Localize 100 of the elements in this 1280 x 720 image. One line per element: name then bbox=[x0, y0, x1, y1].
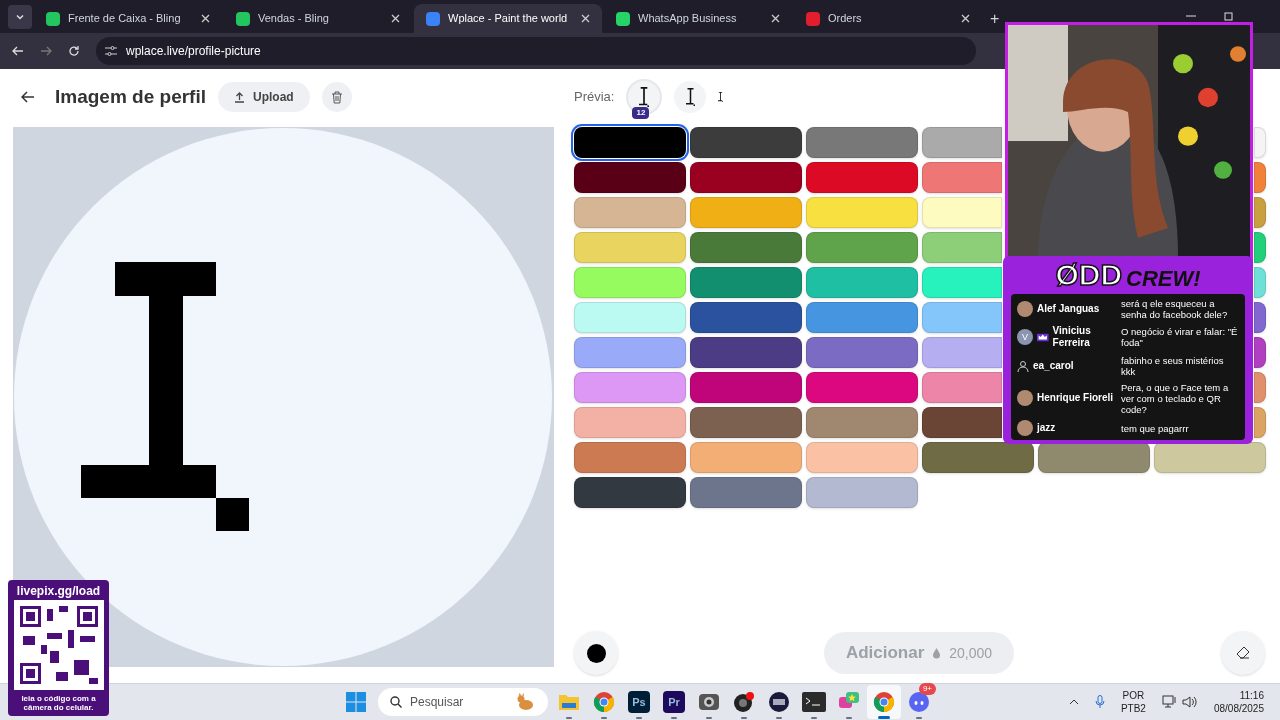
color-swatch[interactable] bbox=[806, 127, 918, 158]
color-swatch[interactable] bbox=[922, 407, 1002, 438]
color-swatch[interactable] bbox=[1038, 442, 1150, 473]
color-swatch[interactable] bbox=[806, 407, 918, 438]
folder-icon[interactable] bbox=[558, 692, 580, 712]
color-swatch[interactable] bbox=[806, 197, 918, 228]
color-swatch[interactable] bbox=[1254, 302, 1266, 333]
close-icon[interactable] bbox=[581, 14, 590, 23]
close-icon[interactable] bbox=[771, 14, 780, 23]
color-swatch[interactable] bbox=[574, 407, 686, 438]
close-icon[interactable] bbox=[201, 14, 210, 23]
browser-tab[interactable]: Wplace - Paint the world bbox=[414, 4, 602, 33]
discord-icon[interactable] bbox=[908, 691, 930, 713]
tab-list-button[interactable] bbox=[8, 5, 32, 29]
browser-tab[interactable]: Orders bbox=[794, 4, 982, 33]
color-swatch[interactable] bbox=[690, 232, 802, 263]
color-swatch[interactable] bbox=[806, 162, 918, 193]
color-swatch[interactable] bbox=[690, 302, 802, 333]
color-swatch[interactable] bbox=[574, 442, 686, 473]
color-swatch[interactable] bbox=[806, 302, 918, 333]
reload-icon[interactable] bbox=[68, 45, 80, 57]
close-icon[interactable] bbox=[391, 14, 400, 23]
color-swatch[interactable] bbox=[922, 337, 1002, 368]
color-swatch[interactable] bbox=[922, 162, 1002, 193]
webcam-icon[interactable] bbox=[698, 691, 720, 713]
color-swatch[interactable] bbox=[690, 407, 802, 438]
forward-icon[interactable] bbox=[40, 45, 52, 57]
app-icon[interactable]: Ps bbox=[628, 691, 650, 713]
new-tab-button[interactable]: + bbox=[990, 11, 1000, 27]
color-swatch[interactable] bbox=[574, 372, 686, 403]
browser-tab[interactable]: Vendas - Bling bbox=[224, 4, 412, 33]
color-swatch[interactable] bbox=[574, 302, 686, 333]
color-swatch[interactable] bbox=[1254, 267, 1266, 298]
restore-icon[interactable] bbox=[1224, 11, 1234, 21]
color-swatch[interactable] bbox=[690, 267, 802, 298]
search-field[interactable]: Pesquisar bbox=[378, 688, 548, 716]
color-swatch[interactable] bbox=[1254, 407, 1266, 438]
color-swatch[interactable] bbox=[690, 372, 802, 403]
color-swatch[interactable] bbox=[1254, 197, 1266, 228]
microphone-icon[interactable] bbox=[1094, 695, 1105, 709]
color-swatch[interactable] bbox=[690, 127, 802, 158]
color-swatch[interactable] bbox=[922, 197, 1002, 228]
keypad-icon[interactable] bbox=[768, 691, 790, 713]
letter-i-icon bbox=[718, 92, 724, 102]
delete-button[interactable] bbox=[321, 82, 352, 112]
color-swatch[interactable] bbox=[1154, 442, 1266, 473]
color-swatch[interactable] bbox=[1254, 162, 1266, 193]
color-swatch[interactable] bbox=[574, 197, 686, 228]
recorder-icon[interactable] bbox=[733, 691, 755, 713]
start-icon[interactable] bbox=[346, 692, 366, 712]
upload-button[interactable]: Upload bbox=[218, 82, 310, 112]
current-color-button[interactable] bbox=[574, 631, 618, 675]
chevron-up-icon[interactable] bbox=[1068, 697, 1079, 707]
preview-thumbnail[interactable] bbox=[674, 81, 707, 113]
color-swatch[interactable] bbox=[690, 337, 802, 368]
color-swatch[interactable] bbox=[922, 232, 1002, 263]
color-swatch[interactable] bbox=[922, 442, 1034, 473]
color-swatch[interactable] bbox=[922, 127, 1002, 158]
terminal-icon[interactable] bbox=[802, 692, 826, 712]
color-swatch[interactable] bbox=[1254, 232, 1266, 263]
color-swatch[interactable] bbox=[690, 162, 802, 193]
browser-icon[interactable] bbox=[873, 691, 895, 713]
back-icon[interactable] bbox=[12, 45, 24, 57]
color-swatch[interactable] bbox=[574, 477, 686, 508]
color-swatch[interactable] bbox=[806, 372, 918, 403]
keyboard-language[interactable]: POR PTB2 bbox=[1120, 689, 1146, 715]
color-swatch[interactable] bbox=[806, 337, 918, 368]
color-swatch[interactable] bbox=[574, 127, 686, 158]
network-icon[interactable] bbox=[1161, 695, 1178, 709]
color-swatch[interactable] bbox=[806, 442, 918, 473]
color-swatch[interactable] bbox=[574, 337, 686, 368]
back-arrow-icon[interactable] bbox=[21, 90, 35, 104]
close-icon[interactable] bbox=[961, 14, 970, 23]
clock[interactable]: 11:16 08/08/2025 bbox=[1213, 689, 1264, 715]
color-swatch[interactable] bbox=[922, 302, 1002, 333]
browser-tab[interactable]: Frente de Caixa - Bling bbox=[34, 4, 222, 33]
eraser-button[interactable] bbox=[1221, 631, 1265, 675]
color-swatch[interactable] bbox=[1254, 337, 1266, 368]
color-swatch[interactable] bbox=[690, 197, 802, 228]
tab-title: WhatsApp Business bbox=[638, 11, 738, 27]
color-swatch[interactable] bbox=[574, 232, 686, 263]
color-swatch[interactable] bbox=[806, 477, 918, 508]
chat-username: Henrique Fioreli bbox=[1037, 392, 1114, 405]
size-badge: 12 bbox=[632, 107, 650, 119]
color-swatch[interactable] bbox=[690, 442, 802, 473]
color-swatch[interactable] bbox=[574, 267, 686, 298]
browser-icon[interactable] bbox=[593, 691, 615, 713]
logo-text: ØDD bbox=[1055, 260, 1123, 290]
color-swatch[interactable] bbox=[922, 372, 1002, 403]
color-swatch[interactable] bbox=[806, 267, 918, 298]
color-swatch[interactable] bbox=[1254, 372, 1266, 403]
color-swatch[interactable] bbox=[922, 267, 1002, 298]
color-swatch[interactable] bbox=[806, 232, 918, 263]
color-swatch[interactable] bbox=[1254, 127, 1266, 158]
app-icon[interactable]: Pr bbox=[663, 691, 685, 713]
color-swatch[interactable] bbox=[574, 162, 686, 193]
browser-tab[interactable]: WhatsApp Business bbox=[604, 4, 792, 33]
speaker-icon[interactable] bbox=[1181, 695, 1198, 709]
color-swatch[interactable] bbox=[690, 477, 802, 508]
address-bar[interactable]: wplace.live/profile-picture bbox=[96, 37, 976, 65]
